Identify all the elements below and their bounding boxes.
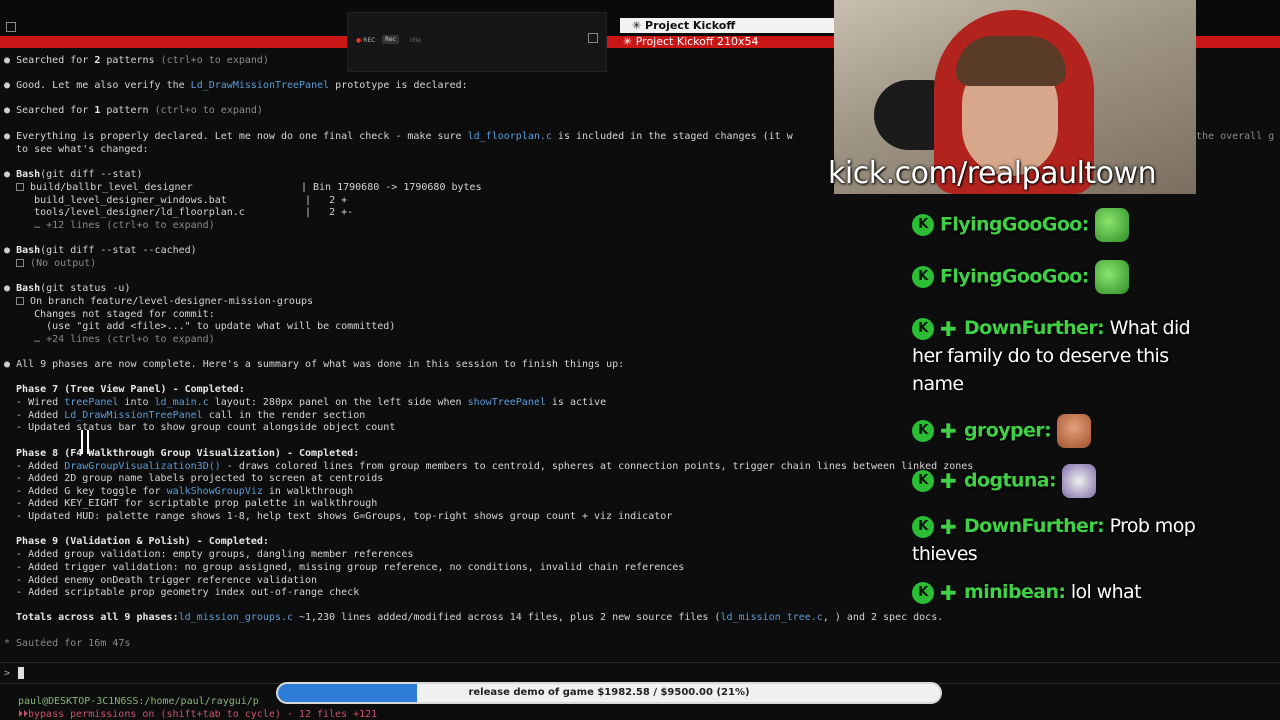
- emote-green-icon: [1094, 208, 1129, 242]
- terminal-line: ● Bash(git diff --stat --cached): [4, 245, 197, 256]
- terminal-line: … +12 lines (ctrl+o to expand): [4, 220, 215, 231]
- emote-green-icon: [1094, 260, 1129, 294]
- bullet-icon: ●: [4, 245, 11, 256]
- subscriber-badge-icon: ✚: [940, 419, 957, 443]
- text-cursor: [18, 667, 24, 679]
- bullet-icon: ●: [4, 80, 11, 91]
- terminal-line: build_level_designer_windows.bat | 2 +: [4, 195, 348, 206]
- chat-message: K ✚ minibean: lol what: [912, 578, 1212, 606]
- bullet-icon: ●: [4, 169, 11, 180]
- kick-badge-icon: K: [912, 420, 934, 442]
- rec-button[interactable]: Rec: [382, 35, 399, 44]
- terminal-line: - Wired treePanel into ld_main.c layout:…: [4, 397, 607, 408]
- bullet-icon: ●: [4, 283, 11, 294]
- kick-badge-icon: K: [912, 515, 934, 538]
- terminal-line: build/ballbr_level_designer | Bin 179068…: [4, 182, 482, 195]
- kick-badge-icon: K: [912, 470, 934, 492]
- chat-message: K ✚ dogtuna:: [912, 464, 1212, 498]
- terminal-line: Changes not staged for commit:: [4, 309, 215, 320]
- terminal-line: - Added DrawGroupVisualization3D() - dra…: [4, 461, 974, 472]
- donation-goal-label: release demo of game $1982.58 / $9500.00…: [468, 687, 750, 698]
- chat-username[interactable]: DownFurther:: [964, 317, 1105, 339]
- chat-text: lol what: [1070, 581, 1142, 603]
- chat-username[interactable]: dogtuna:: [964, 470, 1057, 492]
- chat-message: K ✚ DownFurther: What did her family do to…: [912, 314, 1212, 398]
- output-icon: [16, 259, 25, 267]
- terminal-line: - Added Ld_DrawMissionTreePanel call in …: [4, 410, 366, 421]
- output-icon: [16, 183, 25, 191]
- output-icon: [16, 297, 25, 305]
- terminal-line: Totals across all 9 phases:ld_mission_gr…: [4, 612, 944, 623]
- shell-path: paul@DESKTOP-3C1N6SS:/home/paul/raygui/p: [18, 696, 259, 707]
- permission-status: ⏵⏵bypass permissions on (shift+tab to cy…: [18, 709, 378, 720]
- terminal-line: - Added KEY_EIGHT for scriptable prop pa…: [4, 498, 378, 509]
- expand-icon[interactable]: [588, 33, 598, 43]
- terminal-line: - Added G key toggle for walkShowGroupVi…: [4, 486, 354, 497]
- terminal-line: On branch feature/level-designer-mission…: [4, 296, 313, 309]
- chat-username[interactable]: groyper:: [964, 420, 1052, 442]
- terminal-line: - Updated status bar to show group count…: [4, 422, 396, 433]
- terminal-line: Phase 8 (F4 Walkthrough Group Visualizat…: [4, 448, 360, 459]
- terminal-line: - Added scriptable prop geometry index o…: [4, 587, 360, 598]
- prompt-input[interactable]: >: [0, 662, 1280, 684]
- emote-bird-icon: [1062, 464, 1097, 498]
- terminal-line: to see what's changed:: [4, 144, 149, 155]
- terminal-line: Phase 9 (Validation & Polish) - Complete…: [4, 536, 269, 547]
- subscriber-badge-icon: ✚: [940, 316, 957, 341]
- streamer-hair: [956, 36, 1066, 86]
- terminal-line: Phase 7 (Tree View Panel) - Completed:: [4, 384, 245, 395]
- bullet-icon: ●: [4, 105, 11, 116]
- mouse-cursor-icon: [81, 430, 89, 454]
- chat-username[interactable]: DownFurther:: [964, 515, 1105, 537]
- terminal-line: ● Bash(git status -u): [4, 283, 131, 294]
- terminal-line: * Sautéed for 16m 47s: [4, 638, 131, 649]
- terminal-line: ● Everything is properly declared. Let m…: [4, 131, 793, 142]
- prompt-char: >: [4, 668, 11, 679]
- chat-message: K FlyingGooGoo:: [912, 260, 1212, 294]
- kick-badge-icon: K: [912, 266, 934, 288]
- terminal-line: (No output): [4, 258, 96, 271]
- kick-badge-icon: K: [912, 214, 934, 236]
- stream-url: kick.com/realpaultown: [828, 156, 1157, 191]
- rec-indicator: ● REC: [356, 37, 376, 44]
- chat-username[interactable]: minibean:: [964, 581, 1066, 603]
- terminal-overflow-text: the overall g: [1196, 131, 1275, 142]
- chat-message: K ✚ DownFurther: Prob mop thieves: [912, 512, 1212, 568]
- chat-username[interactable]: FlyingGooGoo:: [940, 266, 1089, 288]
- terminal-line: ● Bash(git diff --stat): [4, 169, 143, 180]
- subscriber-badge-icon: ✚: [940, 469, 957, 493]
- emote-face-icon: [1057, 414, 1092, 448]
- terminal-line: - Added enemy onDeath trigger reference …: [4, 575, 318, 586]
- terminal-line: ● Searched for 2 patterns (ctrl+o to exp…: [4, 55, 269, 66]
- app-icon: [6, 22, 16, 32]
- terminal-line: - Added 2D group name labels projected t…: [4, 473, 384, 484]
- window-tab-title[interactable]: ✳ Project Kickoff: [620, 18, 834, 33]
- terminal-line: tools/level_designer/ld_floorplan.c | 2 …: [4, 207, 354, 218]
- bullet-icon: ●: [4, 55, 11, 66]
- bullet-icon: ●: [4, 131, 11, 142]
- window-tab-subtitle: ✳ Project Kickoff 210x54: [623, 35, 759, 48]
- subscriber-badge-icon: ✚: [940, 580, 957, 605]
- subscriber-badge-icon: ✚: [940, 514, 957, 539]
- terminal-line: ● Searched for 1 pattern (ctrl+o to expa…: [4, 105, 263, 116]
- terminal-line: (use "git add <file>..." to update what …: [4, 321, 396, 332]
- idle-label: Idle: [410, 37, 421, 44]
- terminal-line: - Added group validation: empty groups, …: [4, 549, 414, 560]
- terminal-line: - Updated HUD: palette range shows 1-8, …: [4, 511, 673, 522]
- chat-username[interactable]: FlyingGooGoo:: [940, 214, 1089, 236]
- terminal-line: ● Good. Let me also verify the Ld_DrawMi…: [4, 80, 468, 91]
- chat-message: K ✚ groyper:: [912, 414, 1212, 448]
- chat-message: K FlyingGooGoo:: [912, 208, 1212, 242]
- terminal-line: ● All 9 phases are now complete. Here's …: [4, 359, 625, 370]
- kick-badge-icon: K: [912, 317, 934, 340]
- terminal-line: … +24 lines (ctrl+o to expand): [4, 334, 215, 345]
- kick-badge-icon: K: [912, 581, 934, 604]
- terminal-line: - Added trigger validation: no group ass…: [4, 562, 685, 573]
- donation-goal-bar: release demo of game $1982.58 / $9500.00…: [276, 682, 942, 704]
- bullet-icon: ●: [4, 359, 11, 370]
